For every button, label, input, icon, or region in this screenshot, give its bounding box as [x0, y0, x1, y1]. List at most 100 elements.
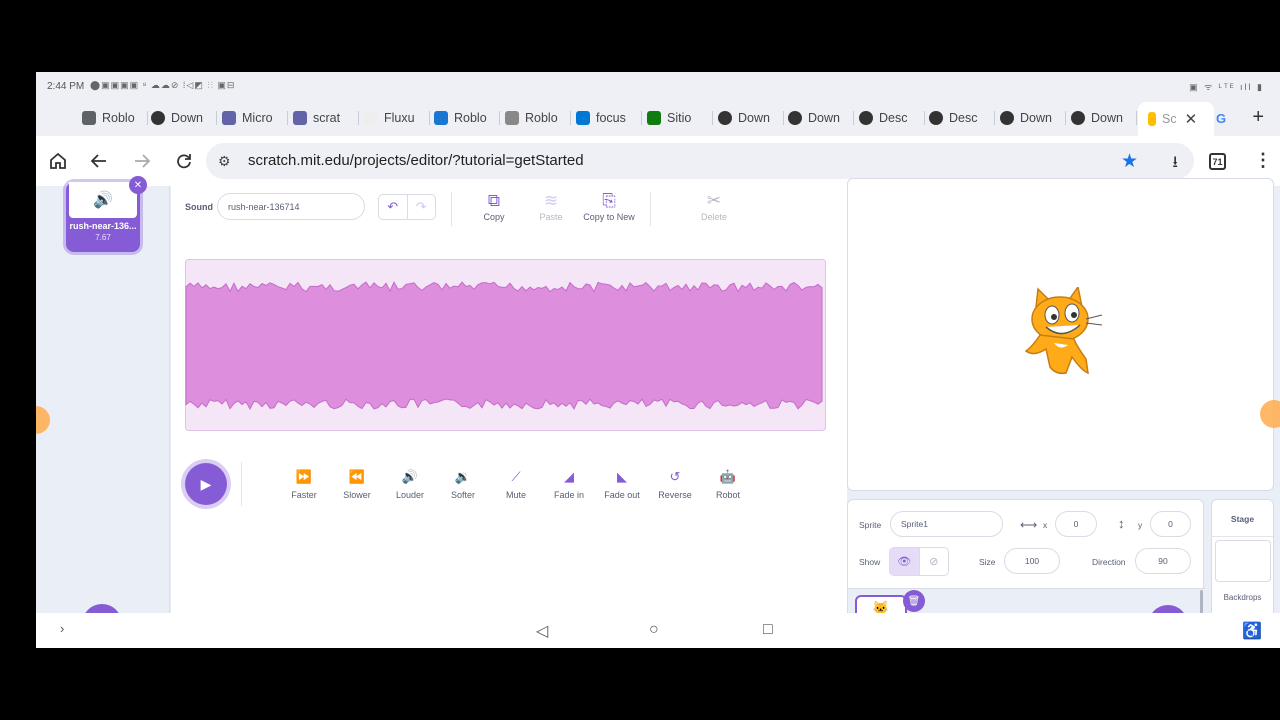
bookmark-star-icon[interactable]: ★: [1121, 150, 1138, 173]
sound-tile[interactable]: 🔊 rush-near-136... 7.67 ✕: [66, 176, 147, 252]
tab-14[interactable]: Down: [1000, 104, 1066, 132]
chrome-icon: [788, 111, 802, 125]
tab-10[interactable]: Down: [718, 104, 784, 132]
tab-3[interactable]: Micro: [222, 104, 288, 132]
effect-mute-button[interactable]: ⟋ Mute: [488, 469, 544, 500]
nav-back-icon[interactable]: ◁: [536, 621, 548, 641]
copy-to-new-label: Copy to New: [583, 212, 635, 222]
sprite-name-input[interactable]: Sprite1: [890, 511, 1003, 537]
tab-5[interactable]: Fluxu: [364, 104, 430, 132]
effect-label: Softer: [450, 490, 475, 500]
nav-recents-icon[interactable]: □: [763, 621, 773, 639]
chevron-right-icon[interactable]: ›: [60, 621, 64, 636]
tab-active-scratch[interactable]: Sc ✕: [1138, 102, 1214, 136]
eye-icon[interactable]: 👁: [890, 548, 919, 575]
eye-hidden-icon[interactable]: ⊘: [918, 548, 949, 575]
paste-button[interactable]: ≋ Paste: [521, 190, 581, 222]
home-icon[interactable]: [46, 149, 70, 173]
tab-label: Micro: [242, 111, 273, 125]
cat-sprite[interactable]: [1016, 287, 1106, 379]
backdrops-label: Backdrops: [1223, 593, 1262, 602]
tab-13[interactable]: Desc: [929, 104, 995, 132]
effect-robot-button[interactable]: 🤖 Robot: [700, 469, 756, 500]
delete-button[interactable]: ✂ Delete: [684, 190, 744, 222]
faster-icon: ⏩: [295, 469, 313, 484]
address-bar[interactable]: ⚙ scratch.mit.edu/projects/editor/?tutor…: [206, 143, 1194, 179]
nav-home-icon[interactable]: ○: [649, 621, 659, 639]
forward-icon[interactable]: [130, 149, 154, 173]
size-input[interactable]: 100: [1004, 548, 1060, 574]
system-icons: ▣ ᯤ ᴸᵀᴱ ıll ▮: [1189, 82, 1264, 92]
effect-slower-button[interactable]: ⏪ Slower: [329, 469, 385, 500]
fluxus-icon: [364, 111, 378, 125]
tab-separator: [287, 111, 288, 125]
kebab-menu-icon[interactable]: ⋮: [1254, 150, 1272, 171]
reload-icon[interactable]: [172, 149, 196, 173]
tab-close-icon[interactable]: ✕: [1185, 110, 1198, 128]
tab-4[interactable]: scrat: [293, 104, 359, 132]
tab-15[interactable]: Down: [1071, 104, 1137, 132]
tab-separator: [641, 111, 642, 125]
back-icon[interactable]: [87, 149, 111, 173]
copy-button[interactable]: ⧉ Copy: [464, 190, 524, 222]
tab-google[interactable]: G: [1216, 104, 1236, 132]
x-input[interactable]: 0: [1055, 511, 1097, 537]
effect-softer-button[interactable]: 🔉 Softer: [435, 469, 491, 500]
stage-thumbnail[interactable]: [1215, 540, 1271, 582]
undo-icon[interactable]: ↶: [379, 195, 407, 219]
sound-list-panel: 🔊 rush-near-136... 7.67 ✕: [36, 176, 170, 644]
fade-in-icon: ◢: [564, 469, 574, 484]
direction-label: Direction: [1092, 557, 1126, 567]
tab-9[interactable]: Sitio: [647, 104, 713, 132]
tab-2[interactable]: Down: [151, 104, 217, 132]
speaker-icon: 🔊: [69, 182, 137, 218]
tab-separator: [712, 111, 713, 125]
tab-8[interactable]: focus: [576, 104, 642, 132]
url-text[interactable]: scratch.mit.edu/projects/editor/?tutoria…: [248, 152, 584, 169]
new-tab-button[interactable]: +: [1252, 106, 1264, 129]
tab-separator: [147, 111, 148, 125]
tab-label: Down: [1020, 111, 1052, 125]
waveform[interactable]: [185, 259, 826, 431]
copy-to-new-icon: ⎘: [602, 191, 616, 210]
trash-icon[interactable]: 🗑: [903, 590, 925, 612]
sound-editor: Sound rush-near-136714 ↶ ↷ ⧉ Copy ≋ Past…: [171, 186, 847, 613]
tab-separator: [1065, 111, 1066, 125]
stage-panel[interactable]: Stage Backdrops: [1211, 499, 1274, 648]
tab-1[interactable]: Roblo: [82, 104, 148, 132]
effect-fade-out-button[interactable]: ◣ Fade out: [594, 469, 650, 500]
stage-canvas[interactable]: [847, 178, 1280, 491]
tab-7[interactable]: Roblo: [505, 104, 571, 132]
paste-label: Paste: [539, 212, 563, 222]
tab-12[interactable]: Desc: [859, 104, 925, 132]
accessibility-icon[interactable]: ♿: [1242, 621, 1262, 641]
redo-icon[interactable]: ↷: [406, 195, 436, 219]
tab-switcher-button[interactable]: 71: [1209, 153, 1226, 170]
tab-separator: [429, 111, 430, 125]
google-icon: G: [1216, 110, 1227, 126]
tab-6[interactable]: Roblo: [434, 104, 500, 132]
download-icon[interactable]: ⭳: [1172, 151, 1178, 178]
play-sound-button[interactable]: ▶: [185, 463, 227, 505]
effect-label: Fade out: [604, 490, 640, 500]
fullscreen-handle[interactable]: [1260, 400, 1280, 428]
sound-name-input[interactable]: rush-near-136714: [217, 193, 365, 220]
direction-input[interactable]: 90: [1135, 548, 1191, 574]
site-info-icon[interactable]: ⚙: [218, 153, 231, 170]
tab-separator: [216, 111, 217, 125]
tab-label: Desc: [949, 111, 978, 125]
y-input[interactable]: 0: [1150, 511, 1191, 537]
effect-label: Mute: [505, 490, 526, 500]
tab-11[interactable]: Down: [788, 104, 854, 132]
x-label: x: [1043, 520, 1048, 530]
copy-to-new-button[interactable]: ⎘ Copy to New: [577, 190, 641, 222]
effect-louder-button[interactable]: 🔊 Louder: [382, 469, 438, 500]
slower-icon: ⏪: [348, 469, 366, 484]
effect-reverse-button[interactable]: ↺ Reverse: [647, 469, 703, 500]
effect-faster-button[interactable]: ⏩ Faster: [276, 469, 332, 500]
undo-redo-group: ↶ ↷: [378, 194, 436, 220]
effect-fade-in-button[interactable]: ◢ Fade in: [541, 469, 597, 500]
orange-handle[interactable]: [36, 406, 50, 434]
softer-icon: 🔉: [454, 469, 472, 484]
delete-sound-icon[interactable]: ✕: [129, 176, 147, 194]
